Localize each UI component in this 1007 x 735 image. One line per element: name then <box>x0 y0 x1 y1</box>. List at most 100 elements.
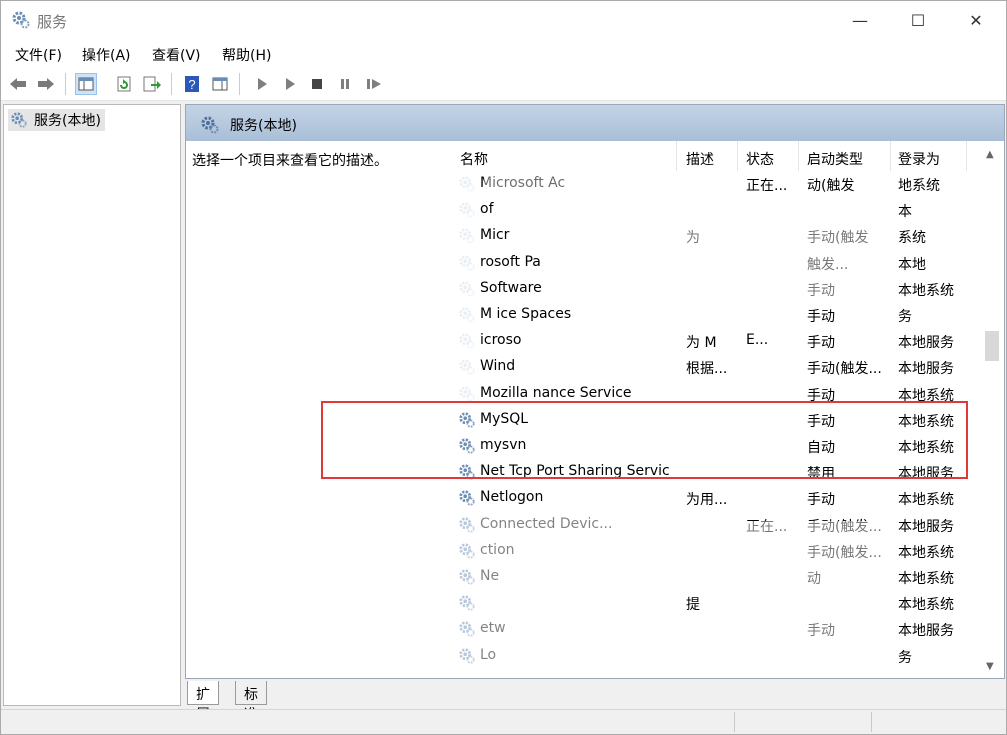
column-name[interactable]: 名称 <box>460 149 488 169</box>
tree-item-services-local[interactable]: 服务(本地) <box>8 109 105 131</box>
list-header: 名称 描述 状态 启动类型 登录为 <box>454 141 984 171</box>
minimize-button[interactable]: — <box>831 1 889 39</box>
service-name: Micr <box>480 227 510 244</box>
service-gear-icon <box>458 489 476 511</box>
table-row[interactable]: icroso 为 M E... 手动 本地服务 <box>454 328 984 354</box>
service-description-cell: 为 M <box>686 335 717 352</box>
service-name: Mozilla nance Service <box>480 384 632 401</box>
service-name: Wind <box>480 358 516 375</box>
scroll-down-icon[interactable]: ▼ <box>986 661 994 672</box>
menu-view[interactable]: 查看(V) <box>152 45 201 65</box>
services-window: 服务 — ☐ ✕ 文件(F) 操作(A) 查看(V) 帮助(H) ? 服务(本地… <box>0 0 1007 735</box>
menu-bar: 文件(F) 操作(A) 查看(V) 帮助(H) <box>1 41 1006 67</box>
vertical-scrollbar[interactable]: ▲ ▼ <box>982 141 1002 678</box>
column-startup-type[interactable]: 启动类型 <box>807 149 863 169</box>
back-arrow-icon[interactable] <box>7 73 29 95</box>
service-logon-as: 本地 <box>898 256 926 273</box>
status-bar <box>1 709 1006 734</box>
maximize-button[interactable]: ☐ <box>889 1 947 39</box>
service-logon-as: 务 <box>898 309 912 325</box>
restart-service-icon[interactable] <box>363 73 385 95</box>
help-icon[interactable]: ? <box>181 73 203 95</box>
service-logon-as: 本 <box>898 204 912 221</box>
pause-service-icon[interactable] <box>334 73 356 95</box>
service-description: 选择一个项目来查看它的描述。 <box>192 153 388 169</box>
table-row[interactable]: Netlogon 为用... 手动 本地系统 <box>454 485 984 511</box>
show-action-pane-icon[interactable] <box>209 73 231 95</box>
scroll-up-icon[interactable]: ▲ <box>986 149 994 160</box>
column-description[interactable]: 描述 <box>686 149 714 169</box>
service-startup-type: 动(触发 <box>807 178 855 194</box>
tree-item-label: 服务(本地) <box>34 113 101 129</box>
table-row[interactable]: mysvn 自动 本地系统 <box>454 433 984 459</box>
table-row[interactable]: MySQL 手动 本地系统 <box>454 407 984 433</box>
service-logon-as: 本地服务 <box>898 466 954 483</box>
service-logon-as: 本地系统 <box>898 492 954 509</box>
service-gear-icon <box>458 463 476 485</box>
service-startup-type: 手动 <box>807 387 835 404</box>
service-name: Software <box>480 279 542 296</box>
console-tree: 服务(本地) <box>3 104 181 706</box>
service-startup-type: 手动 <box>807 413 835 430</box>
service-name: Netlogon <box>480 489 544 506</box>
start-service-icon[interactable] <box>251 73 273 95</box>
refresh-icon[interactable] <box>113 73 135 95</box>
service-logon-as: 务 <box>898 649 912 666</box>
service-gear-icon <box>458 411 476 433</box>
scroll-thumb[interactable] <box>985 331 999 361</box>
table-row[interactable]: Mozilla nance Service 手动 本地系统 <box>454 381 984 407</box>
service-name: rosoft Pa <box>480 253 541 270</box>
table-row[interactable]: Net Tcp Port Sharing Service 禁用 本地服务 <box>454 459 984 485</box>
detail-header: 服务(本地) <box>186 105 1004 141</box>
services-gear-icon <box>201 116 219 134</box>
service-logon-as: 本地服务 <box>898 335 954 352</box>
column-status[interactable]: 状态 <box>746 149 774 169</box>
stop-service-icon[interactable] <box>306 73 328 95</box>
service-startup-type: 手动 <box>807 335 835 352</box>
service-logon-as: 地系统 <box>898 178 940 194</box>
start-service-alt-icon[interactable] <box>279 73 301 95</box>
table-row[interactable]: M ice Spaces 手动 务 <box>454 302 984 328</box>
service-logon-as: 本地服务 <box>898 361 954 378</box>
service-name: MySQL <box>480 410 529 427</box>
close-button[interactable]: ✕ <box>947 1 1005 39</box>
svg-text:?: ? <box>188 77 195 92</box>
toolbar: ? <box>1 67 1006 101</box>
service-startup-type: 手动 <box>807 492 835 509</box>
service-logon-as: 本地系统 <box>898 282 954 299</box>
service-logon-as: 系统 <box>898 230 926 247</box>
forward-arrow-icon[interactable] <box>35 73 57 95</box>
service-name: of <box>480 201 494 218</box>
menu-action[interactable]: 操作(A) <box>82 45 131 65</box>
detail-pane: 服务(本地) 选择一个项目来查看它的描述。 名称 描述 状态 启动类型 登录为 … <box>185 104 1005 679</box>
tab-standard[interactable]: 标准 <box>235 681 267 723</box>
service-startup-type: 手动 <box>807 309 835 325</box>
service-gear-icon <box>458 437 476 459</box>
service-startup-type: 自动 <box>807 440 835 456</box>
column-logon-as[interactable]: 登录为 <box>898 149 940 169</box>
detail-header-title: 服务(本地) <box>230 118 297 134</box>
table-row[interactable]: Wind 根据... 手动(触发... 本地服务 <box>454 354 984 380</box>
service-startup-type: 手动(触发... <box>807 361 882 378</box>
title-bar[interactable]: 服务 — ☐ ✕ <box>1 1 1006 41</box>
service-status: 正在... <box>746 178 788 194</box>
service-logon-as: 本地服务 <box>898 623 954 640</box>
service-name: icroso <box>480 332 522 349</box>
service-name: M ice Spaces <box>480 306 572 322</box>
services-list: 名称 描述 状态 启动类型 登录为 Microsoft Ac正在...动(触发地… <box>454 141 1004 678</box>
service-description-cell: 为用... <box>686 492 728 509</box>
service-logon-as: 本地系统 <box>898 387 954 404</box>
menu-help[interactable]: 帮助(H) <box>222 45 271 65</box>
service-logon-as: 本地系统 <box>898 440 954 456</box>
service-description-cell: 提 <box>686 597 700 614</box>
console-tree-icon[interactable] <box>75 73 97 95</box>
services-gear-icon <box>12 11 30 29</box>
service-logon-as: 本地服务 <box>898 518 954 535</box>
menu-file[interactable]: 文件(F) <box>15 45 62 65</box>
tab-extended[interactable]: 扩展 <box>187 681 219 723</box>
service-logon-as: 本地系统 <box>898 597 954 614</box>
window-title: 服务 <box>37 13 68 31</box>
service-logon-as: 本地系统 <box>898 413 954 430</box>
service-description-cell: 根据... <box>686 361 728 378</box>
export-list-icon[interactable] <box>141 73 163 95</box>
